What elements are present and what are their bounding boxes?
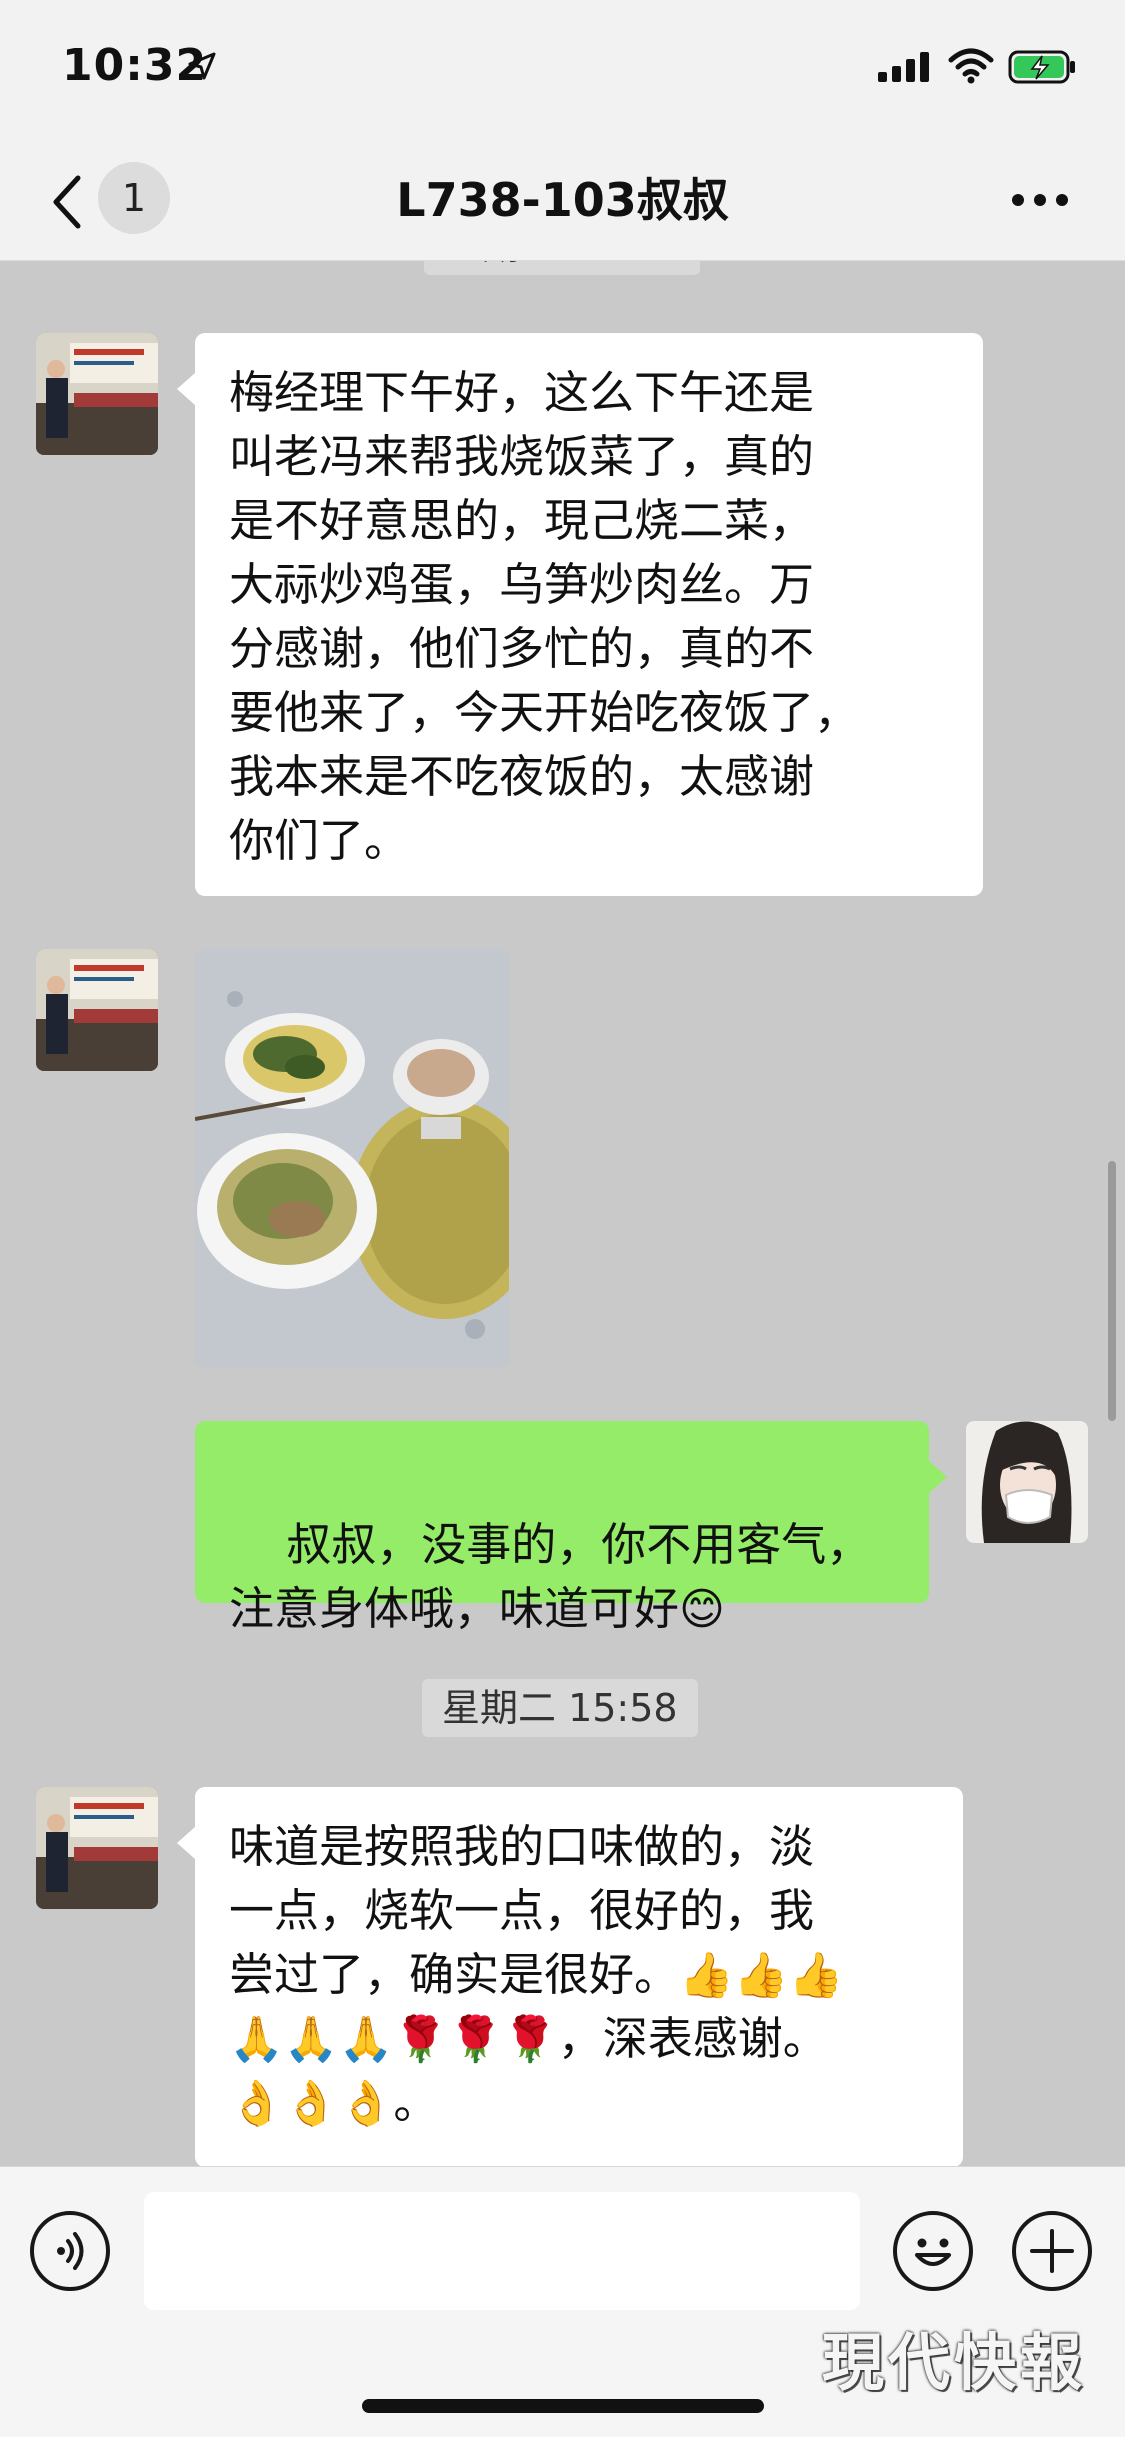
- contact-avatar[interactable]: [36, 1787, 158, 1909]
- timestamp: 星期二 15:58: [422, 1679, 698, 1737]
- ok-hand-emoji: 👌👌👌: [229, 2078, 394, 2129]
- cellular-signal-icon: [878, 52, 929, 82]
- wifi-icon: [948, 48, 994, 84]
- message-bubble-incoming[interactable]: 味道是按照我的口味做的，淡 一点，烧软一点，很好的，我 尝过了，确实是很好。👍👍…: [177, 1787, 963, 2166]
- back-arrow-icon[interactable]: [46, 172, 86, 232]
- chat-header: L738-103叔叔 1: [0, 140, 1125, 261]
- message-line-text: ，深表感谢。: [557, 2012, 828, 2065]
- contact-avatar[interactable]: [36, 949, 158, 1071]
- battery-charging-icon: [1008, 50, 1075, 84]
- home-indicator[interactable]: [362, 2399, 764, 2413]
- more-dots-icon[interactable]: [1010, 188, 1070, 212]
- message-input[interactable]: [144, 2192, 860, 2310]
- location-arrow-icon: [188, 52, 216, 80]
- my-avatar[interactable]: [966, 1421, 1088, 1543]
- message-line: 尝过了，确实是很好。👍👍👍: [229, 1943, 929, 2007]
- message-bubble-incoming[interactable]: 梅经理下午好，这么下午还是 叫老冯来帮我烧饭菜了，真的 是不好意思的，現己烧二菜…: [177, 333, 983, 896]
- watermark-logo: 現代快報: [822, 2326, 1087, 2399]
- timestamp-partial: 星期二 15:54: [424, 261, 700, 275]
- plus-icon[interactable]: [1012, 2211, 1092, 2291]
- message-bubble-outgoing[interactable]: 叔叔，没事的，你不用客气， 注意身体哦，味道可好😊: [195, 1421, 947, 1635]
- scrollbar[interactable]: [1108, 1161, 1116, 1421]
- smile-emoji: 😊: [679, 1584, 725, 1635]
- emoji-icon[interactable]: [893, 2211, 973, 2291]
- contact-avatar[interactable]: [36, 333, 158, 455]
- message-line: 味道是按照我的口味做的，淡: [229, 1820, 815, 1873]
- status-bar: 10:32: [0, 0, 1125, 140]
- pray-rose-emoji: 🙏🙏🙏🌹🌹🌹: [229, 2014, 558, 2065]
- food-photo-message[interactable]: [195, 949, 509, 1367]
- chat-message-list[interactable]: 星期二 15:54 梅经理下午好，这么下午还是 叫老冯来帮我烧饭菜了，真的 是不…: [0, 261, 1125, 2166]
- unread-count-badge[interactable]: 1: [98, 162, 170, 234]
- status-time: 10:32: [62, 40, 208, 91]
- outgoing-message-text: 叔叔，没事的，你不用客气， 注意身体哦，味道可好: [229, 1518, 872, 1635]
- message-line: 👌👌👌。: [229, 2071, 929, 2135]
- message-line-text: 尝过了，确实是很好。: [229, 1948, 680, 2001]
- message-line: 🙏🙏🙏🌹🌹🌹，深表感谢。: [229, 2007, 929, 2071]
- thumbs-up-emoji: 👍👍👍: [679, 1950, 844, 2001]
- message-line-text: 。: [393, 2076, 439, 2129]
- voice-icon[interactable]: [30, 2211, 110, 2291]
- message-line: 一点，烧软一点，很好的，我: [229, 1884, 815, 1937]
